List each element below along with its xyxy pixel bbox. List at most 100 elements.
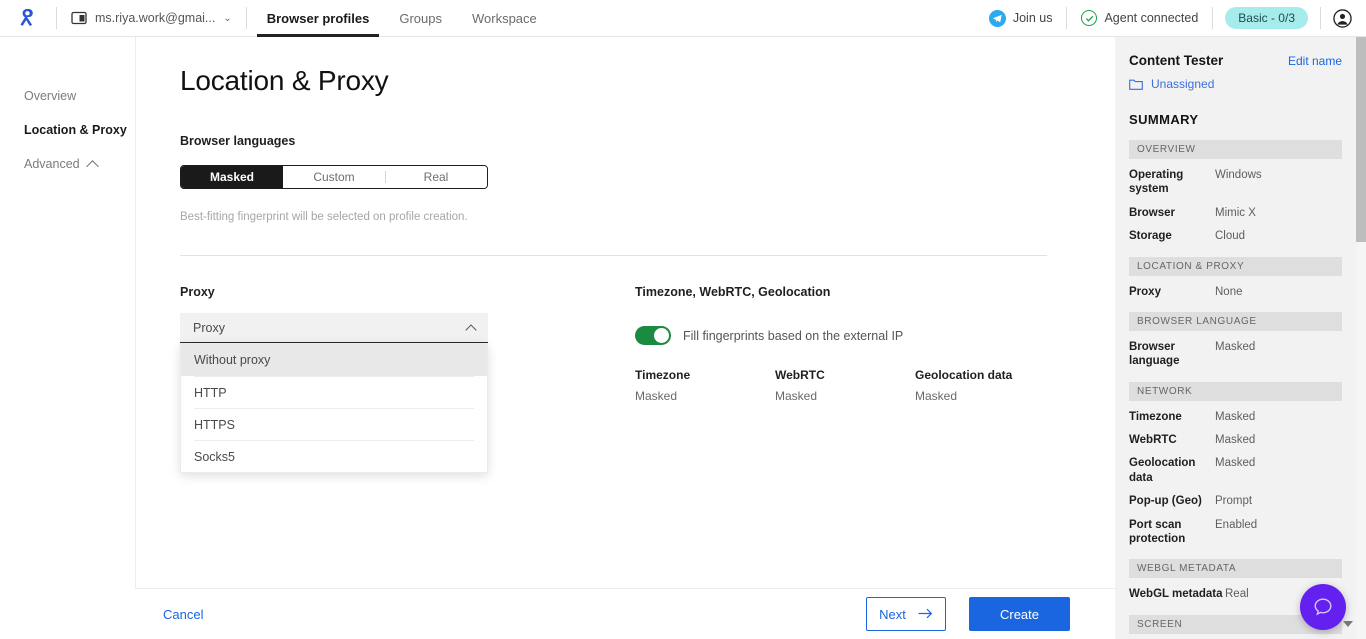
summary-value: Masked	[1215, 340, 1256, 353]
tab-browser-profiles[interactable]: Browser profiles	[256, 0, 379, 37]
summary-row: WebRTC Masked	[1129, 433, 1342, 447]
segment-masked[interactable]: Masked	[181, 166, 283, 188]
summary-group-location-proxy-header: LOCATION & PROXY	[1129, 256, 1342, 276]
summary-row: Browser language Masked	[1129, 340, 1342, 369]
summary-key: Proxy	[1129, 285, 1161, 298]
proxy-option-https[interactable]: HTTPS	[194, 408, 474, 440]
page-scrollbar-thumb[interactable]	[1356, 37, 1366, 242]
summary-key: Browser language	[1129, 340, 1180, 368]
cancel-button[interactable]: Cancel	[163, 607, 203, 622]
octo-browser-logo-icon	[20, 9, 33, 27]
fingerprint-col-webrtc: WebRTC Masked	[775, 368, 915, 403]
sidebar-item-advanced-label: Advanced	[24, 157, 80, 171]
summary-key: Timezone	[1129, 410, 1182, 423]
proxy-option-label: HTTP	[194, 385, 227, 400]
account-email: ms.riya.work@gmai...	[95, 11, 216, 25]
sidebar-item-advanced[interactable]: Advanced	[0, 147, 135, 181]
proxy-option-http[interactable]: HTTP	[194, 376, 474, 408]
top-navigation-bar: ms.riya.work@gmai... ⌄ Browser profiles …	[0, 0, 1366, 37]
plan-badge[interactable]: Basic - 0/3	[1225, 7, 1308, 29]
summary-value: Real	[1225, 588, 1249, 601]
next-button[interactable]: Next	[866, 597, 946, 631]
proxy-select[interactable]: Proxy	[180, 313, 488, 343]
account-selector[interactable]: ms.riya.work@gmai... ⌄	[57, 0, 246, 37]
app-logo[interactable]	[0, 7, 56, 29]
chevron-up-icon	[465, 323, 477, 336]
fill-fingerprints-row: Fill fingerprints based on the external …	[635, 326, 1055, 345]
summary-row: Operating system Windows	[1129, 168, 1342, 197]
section-divider	[180, 255, 1047, 256]
fill-fingerprints-label: Fill fingerprints based on the external …	[683, 328, 904, 343]
summary-key: Geolocation data	[1129, 457, 1196, 484]
arrow-right-icon	[918, 607, 933, 622]
join-us-button[interactable]: Join us	[975, 9, 1067, 27]
browser-languages-label: Browser languages	[180, 134, 296, 148]
fill-fingerprints-toggle[interactable]	[635, 326, 671, 345]
proxy-option-label: Socks5	[194, 449, 235, 464]
summary-row: Timezone Masked	[1129, 410, 1342, 424]
timezone-webrtc-geolocation-section: Timezone, WebRTC, Geolocation Fill finge…	[635, 285, 1055, 473]
summary-value: Cloud	[1215, 230, 1246, 243]
summary-key: Pop-up (Geo)	[1129, 495, 1202, 508]
telegram-icon	[988, 9, 1006, 27]
user-avatar-button[interactable]	[1321, 8, 1366, 28]
fingerprint-columns: Timezone Masked WebRTC Masked Geolocatio…	[635, 368, 1055, 403]
sidebar-item-location-proxy[interactable]: Location & Proxy	[0, 113, 135, 147]
timezone-header: Timezone	[635, 368, 691, 382]
summary-value: Masked	[1215, 457, 1256, 470]
profile-group-selector[interactable]: Unassigned	[1129, 77, 1342, 91]
summary-value: Mimic X	[1215, 206, 1256, 219]
edit-name-link[interactable]: Edit name	[1288, 54, 1342, 68]
proxy-dropdown-menu: Without proxy HTTP HTTPS Socks5	[180, 343, 488, 473]
summary-group-network-header: NETWORK	[1129, 381, 1342, 401]
footer-action-bar: Cancel Next Create	[135, 588, 1115, 639]
segment-real[interactable]: Real	[385, 166, 487, 188]
next-label: Next	[879, 606, 906, 622]
summary-key: Port scan protection	[1129, 518, 1186, 545]
summary-group-webgl-header: WEBGL METADATA	[1129, 559, 1342, 579]
tab-groups[interactable]: Groups	[397, 0, 444, 37]
agent-status[interactable]: Agent connected	[1067, 10, 1212, 26]
sidebar-item-overview[interactable]: Overview	[0, 79, 135, 113]
main-tabs: Browser profiles Groups Workspace	[256, 0, 539, 37]
segment-custom[interactable]: Custom	[283, 166, 385, 188]
profile-header: Content Tester Edit name	[1129, 53, 1342, 68]
agent-status-label: Agent connected	[1104, 11, 1199, 25]
summary-row: Pop-up (Geo) Prompt	[1129, 494, 1342, 508]
fingerprint-hint: Best-fitting fingerprint will be selecte…	[180, 211, 468, 223]
chevron-down-icon: ⌄	[223, 12, 232, 24]
proxy-option-socks5[interactable]: Socks5	[194, 440, 474, 472]
divider	[245, 7, 247, 29]
fingerprint-col-timezone: Timezone Masked	[635, 368, 775, 403]
scroll-down-caret-icon[interactable]	[1343, 621, 1353, 627]
summary-title: SUMMARY	[1129, 112, 1199, 127]
page-title: Location & Proxy	[180, 65, 389, 96]
app-root: ms.riya.work@gmai... ⌄ Browser profiles …	[0, 0, 1366, 639]
summary-value: None	[1215, 285, 1243, 298]
summary-key: WebRTC	[1129, 434, 1177, 446]
summary-value: Windows	[1215, 169, 1262, 181]
summary-value: Masked	[1215, 434, 1256, 446]
summary-row: Port scan protection Enabled	[1129, 518, 1342, 547]
help-chat-button[interactable]	[1300, 584, 1346, 630]
create-button[interactable]: Create	[969, 597, 1070, 631]
folder-icon	[1129, 79, 1143, 90]
proxy-select-value: Proxy	[193, 320, 225, 335]
summary-key: WebGL metadata	[1129, 588, 1223, 601]
fingerprint-col-geolocation: Geolocation data Masked	[915, 368, 1055, 403]
geolocation-value: Masked	[915, 389, 958, 403]
summary-key: Storage	[1129, 230, 1172, 243]
user-avatar-icon	[1333, 8, 1352, 28]
summary-group-overview-header: OVERVIEW	[1129, 140, 1342, 159]
top-right-actions: Join us Agent connected Basic - 0/3	[975, 0, 1366, 37]
proxy-option-without-proxy[interactable]: Without proxy	[181, 344, 487, 376]
summary-value: Enabled	[1215, 518, 1258, 531]
summary-row: Storage Cloud	[1129, 229, 1342, 243]
tab-workspace[interactable]: Workspace	[470, 0, 539, 37]
chat-bubble-icon	[1314, 598, 1332, 616]
timezone-value: Masked	[635, 389, 678, 403]
summary-value: Masked	[1215, 410, 1256, 423]
proxy-option-label: Without proxy	[194, 353, 271, 367]
toggle-knob	[654, 328, 669, 343]
summary-key: Operating system	[1129, 169, 1184, 196]
